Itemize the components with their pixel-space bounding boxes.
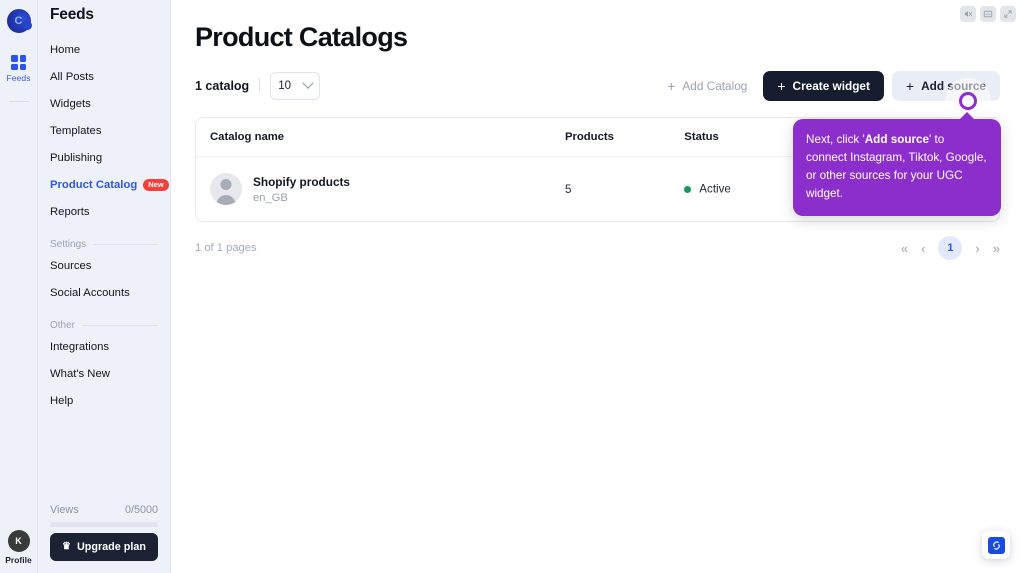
plus-icon: + <box>906 79 914 93</box>
cursor-ring-indicator <box>959 92 977 110</box>
page-size-select[interactable]: 10 <box>270 72 320 100</box>
plus-icon: + <box>777 79 785 93</box>
sidebar-title: Feeds <box>50 0 158 36</box>
icon-rail: C Feeds K Profile <box>0 0 38 573</box>
usage-progress-bar <box>50 522 158 527</box>
sidebar-item-label: Templates <box>50 125 102 137</box>
grid-icon <box>11 55 26 70</box>
column-header-catalog-name[interactable]: Catalog name <box>196 118 565 157</box>
sidebar-item-label: Product Catalog <box>50 179 137 191</box>
pagination-next[interactable]: › <box>975 242 979 255</box>
column-header-products[interactable]: Products <box>565 118 684 157</box>
rail-profile-label: Profile <box>5 555 31 565</box>
mute-icon[interactable] <box>960 6 976 22</box>
divider <box>82 325 158 326</box>
catalog-count: 1 catalog <box>195 79 249 93</box>
crown-icon: ♛ <box>62 542 71 552</box>
tooltip-text-before: Next, click ' <box>806 133 865 146</box>
pagination-page-1[interactable]: 1 <box>938 236 962 260</box>
app-root: C Feeds K Profile Feeds Home All Posts W… <box>0 0 1024 573</box>
sidebar-item-label: Help <box>50 395 73 407</box>
sidebar-item-templates[interactable]: Templates <box>50 117 158 144</box>
tooltip-text-bold: Add source <box>865 133 929 146</box>
chat-widget-button[interactable] <box>982 531 1010 559</box>
divider <box>93 244 158 245</box>
divider <box>259 78 260 94</box>
sidebar-item-sources[interactable]: Sources <box>50 252 158 279</box>
add-catalog-button[interactable]: + Add Catalog <box>657 71 757 101</box>
page-title: Product Catalogs <box>195 22 1000 53</box>
sidebar-group-label: Settings <box>50 239 86 250</box>
fullscreen-icon[interactable] <box>1000 6 1016 22</box>
status-badge: Active <box>699 183 731 196</box>
pages-label: 1 of 1 pages <box>195 242 257 254</box>
catalog-name: Shopify products <box>253 175 350 189</box>
sidebar-group-label: Other <box>50 320 75 331</box>
sidebar-item-all-posts[interactable]: All Posts <box>50 63 158 90</box>
cell-catalog-name: Shopify products en_GB <box>196 157 565 222</box>
table-footer: 1 of 1 pages « ‹ 1 › » <box>195 236 1000 260</box>
usage-label: Views <box>50 504 79 516</box>
toolbar: 1 catalog 10 + Add Catalog + Create widg… <box>195 71 1000 101</box>
create-widget-button[interactable]: + Create widget <box>763 71 884 101</box>
sidebar-group-other: Other <box>50 320 158 331</box>
sidebar-item-label: Widgets <box>50 98 91 110</box>
sidebar-group-settings: Settings <box>50 239 158 250</box>
main-content: Product Catalogs 1 catalog 10 + Add Cata… <box>171 0 1024 573</box>
plus-icon: + <box>667 79 675 93</box>
upgrade-plan-button[interactable]: ♛ Upgrade plan <box>50 533 158 561</box>
sidebar-item-publishing[interactable]: Publishing <box>50 144 158 171</box>
sidebar-item-label: Home <box>50 44 80 56</box>
sidebar-item-whats-new[interactable]: What's New <box>50 360 158 387</box>
page-size-value: 10 <box>278 80 291 92</box>
usage-value: 0/5000 <box>125 504 158 516</box>
rail-profile-block[interactable]: K Profile <box>0 530 37 565</box>
sidebar-item-integrations[interactable]: Integrations <box>50 333 158 360</box>
status-dot-icon <box>684 186 691 193</box>
app-logo[interactable]: C <box>7 9 31 33</box>
onboarding-tooltip[interactable]: Next, click 'Add source' to connect Inst… <box>793 119 1001 216</box>
sidebar-item-reports[interactable]: Reports <box>50 198 158 225</box>
captions-icon[interactable] <box>980 6 996 22</box>
chevron-down-icon <box>303 78 314 89</box>
rail-divider <box>9 101 29 102</box>
sidebar-item-social-accounts[interactable]: Social Accounts <box>50 279 158 306</box>
sidebar: Feeds Home All Posts Widgets Templates P… <box>38 0 171 573</box>
sidebar-item-product-catalog[interactable]: Product Catalog New <box>50 171 158 198</box>
rail-item-feeds[interactable]: Feeds <box>6 55 30 83</box>
sidebar-item-home[interactable]: Home <box>50 36 158 63</box>
chat-bubble-icon <box>988 537 1005 554</box>
create-widget-label: Create widget <box>793 79 870 93</box>
pagination-first[interactable]: « <box>901 242 908 255</box>
pagination: « ‹ 1 › » <box>901 236 1000 260</box>
sidebar-item-label: Publishing <box>50 152 102 164</box>
catalog-avatar-icon <box>210 173 242 205</box>
sidebar-item-label: All Posts <box>50 71 94 83</box>
sidebar-item-help[interactable]: Help <box>50 387 158 414</box>
sidebar-item-widgets[interactable]: Widgets <box>50 90 158 117</box>
new-badge: New <box>143 179 168 191</box>
usage-meter: Views 0/5000 <box>50 504 158 527</box>
rail-item-label: Feeds <box>6 73 30 83</box>
window-controls <box>960 6 1016 22</box>
avatar-initial: K <box>15 536 22 546</box>
pagination-last[interactable]: » <box>993 242 1000 255</box>
pagination-prev[interactable]: ‹ <box>921 242 925 255</box>
sidebar-item-label: Sources <box>50 260 91 272</box>
cell-products: 5 <box>565 157 684 222</box>
sidebar-item-label: Integrations <box>50 341 109 353</box>
sidebar-item-label: Social Accounts <box>50 287 130 299</box>
upgrade-plan-label: Upgrade plan <box>77 541 146 553</box>
sidebar-item-label: What's New <box>50 368 110 380</box>
sidebar-item-label: Reports <box>50 206 90 218</box>
add-catalog-label: Add Catalog <box>682 79 747 93</box>
catalog-locale: en_GB <box>253 192 350 204</box>
logo-letter: C <box>15 15 23 27</box>
avatar[interactable]: K <box>8 530 30 552</box>
